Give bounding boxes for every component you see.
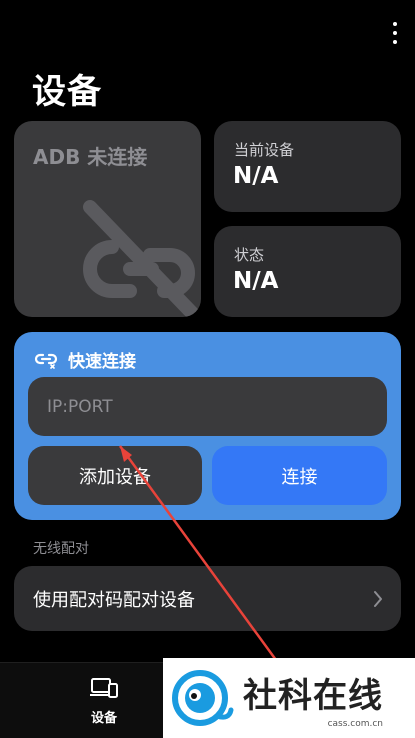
status-value: N/A (233, 268, 279, 294)
ip-port-input[interactable] (28, 377, 387, 436)
status-card: 状态 N/A (214, 226, 401, 317)
pair-with-code-label: 使用配对码配对设备 (33, 590, 195, 611)
link-icon (34, 353, 58, 369)
watermark-title: 社科在线 (243, 675, 383, 716)
pair-with-code-row[interactable]: 使用配对码配对设备 (14, 566, 401, 631)
adb-status-card: ADB 未连接 (14, 121, 201, 317)
devices-icon (90, 678, 118, 698)
link-off-icon (83, 200, 199, 317)
nav-item-devices[interactable]: 设备 (80, 675, 128, 726)
current-device-label: 当前设备 (234, 141, 295, 159)
watermark-logo (172, 670, 234, 726)
adb-status-label: ADB 未连接 (33, 145, 148, 169)
current-device-card: 当前设备 N/A (214, 121, 401, 212)
quick-connect-card: 快速连接 添加设备 连接 (14, 332, 401, 520)
current-device-value: N/A (233, 163, 279, 189)
quick-connect-header: 快速连接 (34, 347, 136, 372)
add-device-button[interactable]: 添加设备 (28, 446, 202, 505)
chevron-right-icon (374, 591, 382, 607)
quick-connect-title: 快速连接 (68, 352, 136, 372)
connect-button[interactable]: 连接 (212, 446, 387, 505)
nav-item-devices-label: 设备 (90, 711, 117, 726)
more-vertical-icon (393, 22, 397, 26)
watermark: 社科在线 cass.com.cn (163, 658, 415, 738)
watermark-domain: cass.com.cn (327, 718, 383, 729)
more-menu-button[interactable] (389, 22, 401, 44)
wireless-pairing-section-label: 无线配对 (33, 541, 89, 557)
page-title: 设备 (32, 72, 102, 112)
status-label: 状态 (234, 246, 265, 264)
